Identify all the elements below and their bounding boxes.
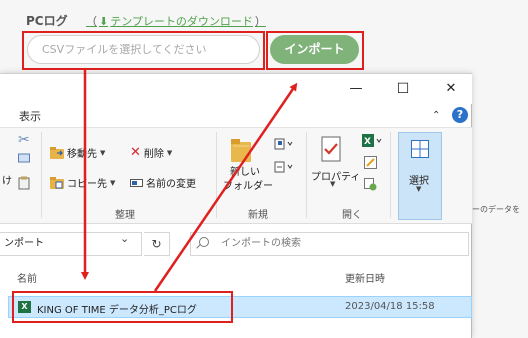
move-to-label: 移動先 [67,149,97,160]
group-label-organize: 整理 [115,210,135,221]
minimize-button[interactable]: — [342,80,370,98]
cut-icon[interactable]: ✂ [18,132,30,148]
address-bar: ンポート ⌄ ↻ インポートの検索 [0,230,472,258]
edit-icon[interactable] [364,156,377,169]
menu-view[interactable]: 表示 [19,108,41,124]
new-item-icon[interactable] [274,138,294,150]
file-date: 2023/04/18 15:58 [345,301,435,312]
highlight-import-button [266,31,364,70]
ribbon: ✂ け 移動先 ▼ コピー先 ▼ ✕ 削除 ▼ 名前の変更 整理 新しい フォル… [0,127,472,224]
svg-text:X: X [364,137,371,147]
group-label-new: 新規 [248,210,268,221]
title-bar: — ☐ ✕ [0,74,472,104]
highlight-csv-input [22,31,265,70]
page-title: PCログ [26,14,68,28]
highlight-file-row [12,291,233,323]
refresh-icon[interactable]: ↻ [144,232,170,256]
address-history-chevron-icon[interactable]: ⌄ [120,232,129,245]
new-folder-label-2: フォルダー [223,181,273,192]
ribbon-separator [41,132,42,218]
new-folder-label-1: 新しい [230,167,260,178]
move-to-button[interactable]: 移動先 ▼ [50,145,105,160]
left-partial-label: け [2,176,12,187]
paren-close: ） [254,15,266,28]
copy-path-icon[interactable] [18,153,30,163]
column-header: 名前 更新日時 [0,270,472,286]
copy-to-label: コピー先 [67,179,107,190]
close-button[interactable]: ✕ [437,80,465,98]
paste-shortcut-icon[interactable] [18,176,30,190]
delete-label: 削除 [143,149,164,160]
delete-icon: ✕ [130,145,141,160]
template-download-link[interactable]: （ ⬇ テンプレートのダウンロード ） [86,13,266,29]
properties-chevron-icon[interactable]: ▼ [330,180,335,188]
copy-to-icon [50,176,64,189]
chevron-down-icon: ▼ [166,148,173,157]
open-excel-icon[interactable]: X [362,134,382,147]
column-date-modified[interactable]: 更新日時 [345,270,385,285]
properties-label: プロパティ [311,172,361,183]
column-name[interactable]: 名前 [17,270,37,285]
chevron-down-icon: ▼ [100,148,106,157]
copy-to-button[interactable]: コピー先 ▼ [50,175,115,190]
menu-bar: 表示 ⌃ ? [0,106,472,126]
background-side-text: ーのデータを [472,205,520,214]
delete-button[interactable]: ✕ 削除 ▼ [130,145,172,160]
ribbon-separator [306,132,307,218]
paren-open: （ [86,15,97,28]
move-to-icon [50,146,64,159]
group-label-open: 開く [342,210,362,221]
ribbon-collapse-icon[interactable]: ⌃ [432,110,440,121]
ribbon-separator [390,132,391,218]
properties-icon[interactable] [320,136,342,166]
select-grid-icon [411,140,429,162]
easy-access-icon[interactable] [274,161,294,173]
search-icon [199,237,209,247]
history-icon[interactable] [364,178,377,191]
new-folder-icon[interactable] [231,136,251,166]
chevron-down-icon: ▼ [110,178,116,187]
help-icon[interactable]: ? [452,107,468,123]
template-download-label[interactable]: テンプレートのダウンロード [110,13,253,29]
rename-button[interactable]: 名前の変更 [130,175,196,190]
maximize-button[interactable]: ☐ [389,80,417,98]
rename-icon [130,178,143,187]
select-chevron-icon: ▼ [416,185,422,193]
ribbon-separator [216,132,217,218]
search-input[interactable]: インポートの検索 [190,232,469,256]
download-icon: ⬇ [99,14,109,28]
rename-label: 名前の変更 [146,179,196,190]
